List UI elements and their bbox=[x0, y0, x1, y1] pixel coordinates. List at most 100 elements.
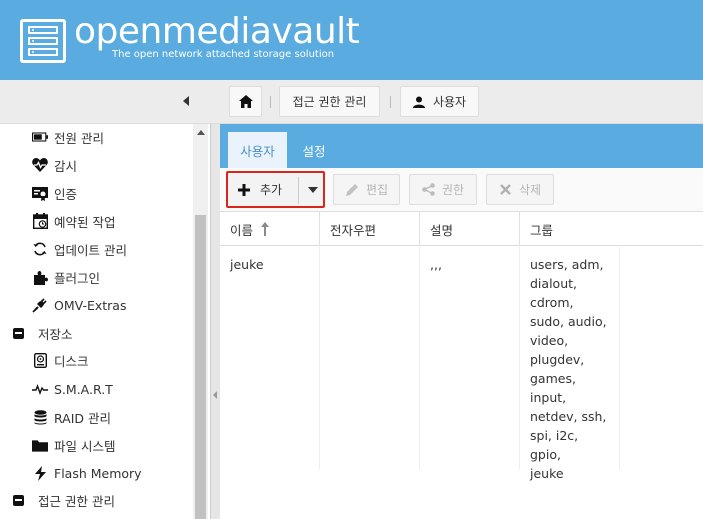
certificate-icon bbox=[32, 185, 48, 201]
tab-users[interactable]: 사용자 bbox=[228, 132, 287, 168]
cell-groups: users, adm, dialout, cdrom, sudo, audio,… bbox=[520, 247, 620, 481]
calendar-icon bbox=[32, 213, 48, 229]
sidebar-item-label: 인증 bbox=[54, 186, 78, 202]
cell-name: jeuke bbox=[220, 247, 320, 469]
tab-bar: 사용자 설정 bbox=[220, 124, 703, 168]
home-icon bbox=[238, 95, 253, 108]
sort-ascending-icon bbox=[261, 222, 270, 236]
tab-settings[interactable]: 설정 bbox=[292, 132, 336, 168]
logo-icon bbox=[20, 19, 66, 63]
sidebar-item-label: OMV-Extras bbox=[54, 297, 127, 313]
group-line: video, bbox=[530, 333, 569, 348]
sidebar-item-label: 플러그인 bbox=[54, 270, 101, 286]
panel-splitter[interactable] bbox=[211, 124, 220, 519]
cell-email bbox=[320, 247, 420, 469]
sidebar-item-power[interactable]: 전원 관리 bbox=[32, 124, 104, 151]
folder-icon bbox=[32, 437, 48, 453]
sidebar-item-label: 업데이트 관리 bbox=[54, 242, 127, 258]
breadcrumb-bar: 접근 권한 관리 사용자 bbox=[0, 80, 703, 124]
heartbeat-icon bbox=[32, 157, 48, 173]
column-header-description[interactable]: 설명 bbox=[420, 212, 520, 246]
breadcrumb-divider bbox=[270, 96, 271, 108]
breadcrumb-label: 접근 권한 관리 bbox=[292, 95, 367, 109]
group-line: jeuke bbox=[530, 466, 564, 481]
plus-icon bbox=[238, 183, 250, 196]
column-header-label: 설명 bbox=[430, 222, 454, 238]
sidebar-item-label: RAID 관리 bbox=[54, 410, 112, 426]
sidebar-item-plugins[interactable]: 플러그인 bbox=[32, 263, 100, 291]
grid-toolbar: 추가 편집 권한 삭제 bbox=[220, 168, 703, 212]
plug-icon bbox=[32, 297, 48, 313]
sidebar-item-label: 전원 관리 bbox=[54, 130, 104, 146]
collapse-icon[interactable] bbox=[10, 492, 26, 508]
sidebar-group-storage[interactable]: 저장소 bbox=[10, 319, 73, 347]
sidebar-item-omv-extras[interactable]: OMV-Extras bbox=[32, 291, 126, 319]
disk-icon bbox=[32, 352, 48, 368]
pulse-icon bbox=[32, 381, 48, 397]
chevron-down-icon[interactable] bbox=[308, 187, 318, 193]
bolt-icon bbox=[32, 465, 48, 481]
breadcrumb-users[interactable]: 사용자 bbox=[400, 86, 479, 117]
app-header: openmediavault The open network attached… bbox=[0, 0, 703, 80]
delete-button-label: 삭제 bbox=[519, 183, 542, 197]
breadcrumb-home[interactable] bbox=[229, 86, 262, 117]
sidebar-scrollbar-thumb[interactable] bbox=[195, 215, 206, 519]
sidebar-item-monitoring[interactable]: 감시 bbox=[32, 151, 77, 179]
sidebar-item-label: 감시 bbox=[54, 158, 78, 174]
group-line: spi, i2c, gpio, bbox=[530, 428, 579, 462]
delete-button[interactable]: 삭제 bbox=[486, 174, 554, 205]
sidebar-item-file-systems[interactable]: 파일 시스템 bbox=[32, 431, 115, 459]
column-header-label: 이름 bbox=[230, 222, 254, 238]
group-line: users, adm, bbox=[530, 257, 604, 272]
app-title: openmediavault bbox=[74, 11, 360, 52]
group-line: plugdev, bbox=[530, 352, 585, 367]
sidebar-group-label: 저장소 bbox=[38, 326, 73, 342]
breadcrumb-access-management[interactable]: 접근 권한 관리 bbox=[279, 86, 380, 117]
splitter-collapse-icon[interactable] bbox=[213, 391, 217, 399]
add-button-label: 추가 bbox=[260, 183, 283, 197]
sidebar-item-label: Flash Memory bbox=[54, 465, 142, 481]
column-header-groups[interactable]: 그룹 bbox=[520, 212, 703, 246]
column-header-name[interactable]: 이름 bbox=[220, 212, 320, 246]
sidebar-item-label: 파일 시스템 bbox=[54, 438, 116, 454]
sidebar-group-label: 접근 권한 관리 bbox=[38, 493, 115, 509]
group-line: sudo, audio, bbox=[530, 314, 607, 329]
refresh-icon bbox=[32, 241, 48, 257]
breadcrumb-label: 사용자 bbox=[432, 95, 467, 109]
column-header-label: 그룹 bbox=[530, 222, 554, 238]
add-button[interactable]: 추가 bbox=[226, 171, 325, 208]
database-icon bbox=[32, 409, 48, 425]
collapse-icon[interactable] bbox=[10, 325, 26, 341]
sidebar-item-raid[interactable]: RAID 관리 bbox=[32, 403, 111, 431]
group-line: cdrom, bbox=[530, 295, 574, 310]
edit-button[interactable]: 편집 bbox=[333, 174, 400, 205]
group-line: dialout, bbox=[530, 276, 577, 291]
sidebar-item-scheduled-jobs[interactable]: 예약된 작업 bbox=[32, 207, 115, 235]
permissions-button[interactable]: 권한 bbox=[409, 174, 477, 205]
grid-body: jeuke ,,, users, adm, dialout, cdrom, su… bbox=[220, 247, 703, 519]
column-header-email[interactable]: 전자우편 bbox=[320, 212, 420, 246]
scroll-up-arrow-icon[interactable] bbox=[197, 130, 205, 135]
app-subtitle: The open network attached storage soluti… bbox=[112, 49, 335, 60]
breadcrumb-divider bbox=[390, 96, 391, 108]
sidebar-item-smart[interactable]: S.M.A.R.T bbox=[32, 375, 113, 403]
sidebar-item-update-management[interactable]: 업데이트 관리 bbox=[32, 235, 127, 263]
sidebar-item-flash-memory[interactable]: Flash Memory bbox=[32, 459, 142, 487]
group-line: netdev, ssh, bbox=[530, 409, 607, 424]
collapse-sidebar-icon[interactable] bbox=[183, 96, 189, 106]
sidebar-group-access-management[interactable]: 접근 권한 관리 bbox=[10, 486, 115, 514]
edit-button-label: 편집 bbox=[366, 183, 389, 197]
column-header-label: 전자우편 bbox=[330, 222, 377, 238]
permissions-button-label: 권한 bbox=[442, 183, 465, 197]
user-icon bbox=[412, 96, 425, 108]
group-line: input, bbox=[530, 390, 567, 405]
pencil-icon bbox=[345, 183, 359, 197]
puzzle-icon bbox=[32, 269, 48, 285]
group-line: games, bbox=[530, 371, 576, 386]
sidebar-item-disks[interactable]: 디스크 bbox=[32, 346, 89, 374]
sidebar-nav: 전원 관리 감시 인증 예약된 작업 업데이트 관리 플러그인 OMV-Extr… bbox=[0, 124, 211, 519]
sidebar-item-certificates[interactable]: 인증 bbox=[32, 179, 77, 207]
share-icon bbox=[421, 183, 435, 197]
close-icon bbox=[498, 183, 512, 197]
table-row[interactable]: jeuke ,,, users, adm, dialout, cdrom, su… bbox=[220, 247, 620, 481]
